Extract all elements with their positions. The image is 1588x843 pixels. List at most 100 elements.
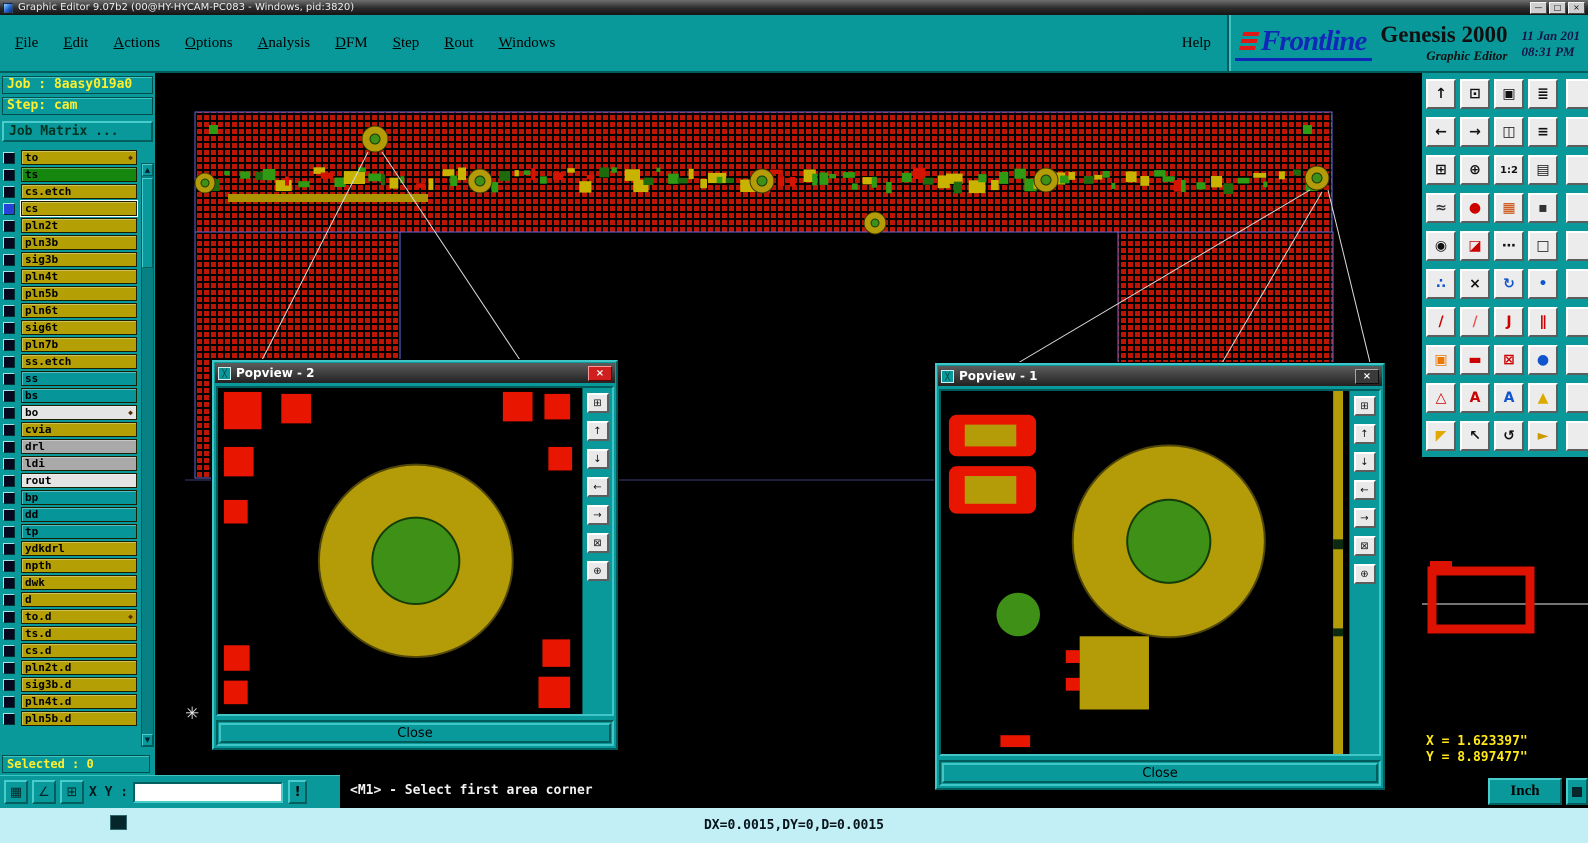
small-symbol-tool-button[interactable]: ▪ <box>1528 193 1558 223</box>
layer-checkbox-tp[interactable] <box>3 525 15 538</box>
pv-pan-down-button[interactable]: ↓ <box>586 449 609 469</box>
layer-label-pln2t.d[interactable]: pln2t.d <box>21 660 137 675</box>
menu-help[interactable]: Help <box>1166 15 1227 71</box>
layer-label-pln7b[interactable]: pln7b <box>21 337 137 352</box>
popview-2-canvas[interactable] <box>218 388 582 714</box>
layer-checkbox-d[interactable] <box>3 593 15 606</box>
popview-1-titlebar[interactable]: ╳ Popview - 1 × <box>938 366 1382 386</box>
layer-checkbox-ss.etch[interactable] <box>3 355 15 368</box>
layer-scrollbar[interactable]: ▲ ▼ <box>141 163 154 747</box>
xy-input[interactable] <box>133 781 284 803</box>
clipped-tool-button[interactable] <box>1566 231 1588 261</box>
layer-label-ldi[interactable]: ldi <box>21 456 137 471</box>
line-45-tool-button[interactable]: / <box>1426 307 1456 337</box>
menu-step[interactable]: Step <box>393 35 420 52</box>
layer-label-ydkdrl[interactable]: ydkdrl <box>21 541 137 556</box>
parallel-lines-tool-button[interactable]: ∥ <box>1528 307 1558 337</box>
layer-label-sig6t[interactable]: sig6t <box>21 320 137 335</box>
pv-pan-up-button[interactable]: ↑ <box>1353 424 1376 444</box>
layer-checkbox-to[interactable] <box>3 151 15 164</box>
select-cursor-tool-button[interactable]: ◤ <box>1426 421 1456 451</box>
minimize-button[interactable]: — <box>1530 1 1547 14</box>
scroll-thumb[interactable] <box>142 178 153 268</box>
popview-2-close-button[interactable]: Close <box>219 723 611 743</box>
layer-checkbox-drl[interactable] <box>3 440 15 453</box>
symbol-trace-tool-button[interactable]: ● <box>1460 193 1490 223</box>
popview-1-close-icon[interactable]: × <box>1355 368 1379 384</box>
close-button[interactable]: × <box>1568 1 1585 14</box>
grid-toggle-tool-button[interactable]: ▤ <box>1528 155 1558 185</box>
units-button[interactable]: Inch <box>1488 778 1562 805</box>
red-trace-tool-button[interactable]: ▬ <box>1460 345 1490 375</box>
layer-checkbox-ts[interactable] <box>3 168 15 181</box>
units-partial-button[interactable] <box>1566 778 1588 805</box>
layer-label-pln3b[interactable]: pln3b <box>21 235 137 250</box>
layer-checkbox-pln2t.d[interactable] <box>3 661 15 674</box>
menu-rout[interactable]: Rout <box>444 35 473 52</box>
layer-label-cvia[interactable]: cvia <box>21 422 137 437</box>
layer-label-sig3b.d[interactable]: sig3b.d <box>21 677 137 692</box>
thin-line-tool-button[interactable]: / <box>1460 307 1490 337</box>
layer-label-pln4t.d[interactable]: pln4t.d <box>21 694 137 709</box>
menu-edit[interactable]: Edit <box>63 35 88 52</box>
layer-checkbox-bp[interactable] <box>3 491 15 504</box>
layer-checkbox-cvia[interactable] <box>3 423 15 436</box>
popview-2-close-icon[interactable]: × <box>588 365 612 381</box>
clipped-tool-button[interactable] <box>1566 383 1588 413</box>
layer-checkbox-pln7b[interactable] <box>3 338 15 351</box>
compare-layers-tool-button[interactable]: ≈ <box>1426 193 1456 223</box>
maximize-button[interactable]: □ <box>1549 1 1566 14</box>
feature-list-tool-button[interactable]: ≡ <box>1528 117 1558 147</box>
layer-label-to.d[interactable]: to.d ◆ <box>21 609 137 624</box>
popview-1-close-button[interactable]: Close <box>942 763 1378 783</box>
layer-label-bp[interactable]: bp <box>21 490 137 505</box>
layer-label-cs.etch[interactable]: cs.etch <box>21 184 137 199</box>
layer-checkbox-dd[interactable] <box>3 508 15 521</box>
net-points-tool-button[interactable]: ∴ <box>1426 269 1456 299</box>
layer-checkbox-bs[interactable] <box>3 389 15 402</box>
layer-label-rout[interactable]: rout <box>21 473 137 488</box>
layer-label-bo[interactable]: bo ◆ <box>21 405 137 420</box>
pv-zoom-out-button[interactable]: ⊠ <box>1353 536 1376 556</box>
layer-checkbox-npth[interactable] <box>3 559 15 572</box>
rotate-cursor-tool-button[interactable]: ↺ <box>1494 421 1524 451</box>
layer-checkbox-pln6t[interactable] <box>3 304 15 317</box>
pv-zoom-window-button[interactable]: ⊞ <box>586 393 609 413</box>
layer-label-cs.d[interactable]: cs.d <box>21 643 137 658</box>
layer-checkbox-cs.d[interactable] <box>3 644 15 657</box>
add-pad-tool-button[interactable]: ▣ <box>1426 345 1456 375</box>
layer-checkbox-cs.etch[interactable] <box>3 185 15 198</box>
alert-button[interactable]: ! <box>288 780 308 804</box>
layer-label-dd[interactable]: dd <box>21 507 137 522</box>
layer-checkbox-dwk[interactable] <box>3 576 15 589</box>
layer-label-drl[interactable]: drl <box>21 439 137 454</box>
clipped-tool-button[interactable] <box>1566 79 1588 109</box>
layer-label-pln5b[interactable]: pln5b <box>21 286 137 301</box>
red-text-tool-button[interactable]: A <box>1460 383 1490 413</box>
popview-2-titlebar[interactable]: ╳ Popview - 2 × <box>215 363 615 383</box>
menu-windows[interactable]: Windows <box>498 35 555 52</box>
menu-analysis[interactable]: Analysis <box>258 35 311 52</box>
layer-checkbox-pln5b[interactable] <box>3 287 15 300</box>
side-view-tool-button[interactable]: ◫ <box>1494 117 1524 147</box>
layer-checkbox-ydkdrl[interactable] <box>3 542 15 555</box>
layer-label-bs[interactable]: bs <box>21 388 137 403</box>
pv-zoom-window-button[interactable]: ⊞ <box>1353 396 1376 416</box>
layer-checkbox-bo[interactable] <box>3 406 15 419</box>
clipped-tool-button[interactable] <box>1566 269 1588 299</box>
layer-checkbox-pln5b.d[interactable] <box>3 712 15 725</box>
layer-label-ts[interactable]: ts <box>21 167 137 182</box>
center-point-tool-button[interactable]: ◉ <box>1426 231 1456 261</box>
pv-zoom-center-button[interactable]: ⊕ <box>586 561 609 581</box>
menu-actions[interactable]: Actions <box>113 35 160 52</box>
pv-zoom-center-button[interactable]: ⊕ <box>1353 564 1376 584</box>
layer-label-sig3b[interactable]: sig3b <box>21 252 137 267</box>
layer-label-pln2t[interactable]: pln2t <box>21 218 137 233</box>
popview-tool-button[interactable]: ↑ <box>1426 79 1456 109</box>
layer-label-npth[interactable]: npth <box>21 558 137 573</box>
layer-checkbox-to.d[interactable] <box>3 610 15 623</box>
warning-triangle-tool-button[interactable]: ▲ <box>1528 383 1558 413</box>
pv-pan-up-button[interactable]: ↑ <box>586 421 609 441</box>
layer-checkbox-pln2t[interactable] <box>3 219 15 232</box>
pan-right-tool-button[interactable]: → <box>1460 117 1490 147</box>
